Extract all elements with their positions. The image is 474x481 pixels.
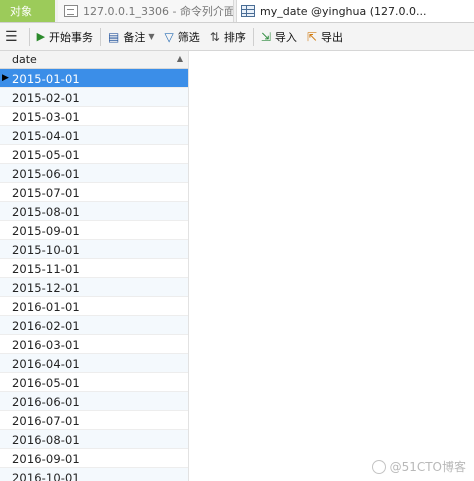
table-icon bbox=[241, 5, 255, 17]
date-cell[interactable]: 2016-10-01 bbox=[12, 471, 80, 481]
data-grid[interactable]: date ▲ ▶ 2015-01-01 2015-02-01 2015-03-01 20… bbox=[0, 51, 189, 481]
memo-label: 备注 bbox=[123, 30, 146, 44]
table-row[interactable]: 2016-06-01 bbox=[0, 392, 188, 411]
date-cell[interactable]: 2016-02-01 bbox=[12, 319, 80, 333]
sort-icon: ⇅ bbox=[209, 29, 220, 44]
import-icon: ⇲ bbox=[260, 29, 271, 44]
table-row[interactable]: 2015-02-01 bbox=[0, 88, 188, 107]
table-row[interactable]: 2015-03-01 bbox=[0, 107, 188, 126]
import-label: 导入 bbox=[274, 30, 297, 44]
chevron-down-icon: ▼ bbox=[148, 32, 155, 41]
menu-icon: ☰ bbox=[5, 28, 18, 45]
watermark-text: @51CTO博客 bbox=[389, 460, 466, 474]
date-cell[interactable]: 2016-01-01 bbox=[12, 300, 80, 314]
tab-objects-label: 对象 bbox=[10, 5, 32, 18]
date-cell[interactable]: 2015-10-01 bbox=[12, 243, 80, 257]
current-row-marker-icon: ▶ bbox=[2, 73, 9, 83]
grid-header: date ▲ bbox=[0, 51, 188, 69]
toolbar-divider bbox=[252, 27, 254, 46]
menu-button[interactable]: ☰ bbox=[0, 26, 27, 48]
table-row[interactable]: 2015-12-01 bbox=[0, 278, 188, 297]
tab-bar: 对象 127.0.0.1_3306 - 命令列介面 my_date @yingh… bbox=[0, 0, 474, 23]
table-row[interactable]: 2016-02-01 bbox=[0, 316, 188, 335]
table-row[interactable]: 2016-01-01 bbox=[0, 297, 188, 316]
table-row[interactable]: 2015-05-01 bbox=[0, 145, 188, 164]
toolbar-divider bbox=[100, 27, 102, 46]
date-cell[interactable]: 2015-06-01 bbox=[12, 167, 80, 181]
table-row[interactable]: 2016-07-01 bbox=[0, 411, 188, 430]
watermark-logo-icon bbox=[371, 459, 386, 474]
tab-command-line[interactable]: 127.0.0.1_3306 - 命令列介面 bbox=[58, 0, 234, 22]
date-cell[interactable]: 2016-06-01 bbox=[12, 395, 80, 409]
date-cell[interactable]: 2016-04-01 bbox=[12, 357, 80, 371]
date-cell[interactable]: 2015-02-01 bbox=[12, 91, 80, 105]
table-row[interactable]: 2015-08-01 bbox=[0, 202, 188, 221]
table-row[interactable]: 2015-10-01 bbox=[0, 240, 188, 259]
filter-button[interactable]: ▽ 筛选 bbox=[160, 26, 205, 48]
tab-objects[interactable]: 对象 bbox=[0, 0, 55, 22]
export-button[interactable]: ⇱ 导出 bbox=[302, 26, 348, 48]
table-row[interactable]: ▶ 2015-01-01 bbox=[0, 69, 188, 88]
table-row[interactable]: 2015-09-01 bbox=[0, 221, 188, 240]
filter-label: 筛选 bbox=[177, 30, 200, 44]
query-icon bbox=[64, 5, 78, 17]
date-cell[interactable]: 2016-05-01 bbox=[12, 376, 80, 390]
table-row[interactable]: 2016-09-01 bbox=[0, 449, 188, 468]
table-row[interactable]: 2015-06-01 bbox=[0, 164, 188, 183]
table-row[interactable]: 2016-08-01 bbox=[0, 430, 188, 449]
toolbar: ☰ ▶ 开始事务 ▤ 备注 ▼ ▽ 筛选 ⇅ 排序 ⇲ 导入 ⇱ 导出 bbox=[0, 23, 474, 51]
table-row[interactable]: 2016-03-01 bbox=[0, 335, 188, 354]
sort-button[interactable]: ⇅ 排序 bbox=[205, 26, 251, 48]
table-row[interactable]: 2016-10-01 bbox=[0, 468, 188, 481]
date-cell[interactable]: 2015-07-01 bbox=[12, 186, 80, 200]
begin-transaction-button[interactable]: ▶ 开始事务 bbox=[32, 26, 98, 48]
export-label: 导出 bbox=[320, 30, 343, 44]
begin-transaction-label: 开始事务 bbox=[49, 30, 94, 44]
date-cell[interactable]: 2016-09-01 bbox=[12, 452, 80, 466]
table-row[interactable]: 2016-04-01 bbox=[0, 354, 188, 373]
sort-label: 排序 bbox=[223, 30, 246, 44]
import-button[interactable]: ⇲ 导入 bbox=[256, 26, 302, 48]
table-row[interactable]: 2016-05-01 bbox=[0, 373, 188, 392]
play-icon: ▶ bbox=[36, 30, 46, 43]
date-cell[interactable]: 2015-09-01 bbox=[12, 224, 80, 238]
date-cell[interactable]: 2015-05-01 bbox=[12, 148, 80, 162]
date-cell[interactable]: 2015-11-01 bbox=[12, 262, 80, 276]
sort-ascending-icon[interactable]: ▲ bbox=[177, 54, 183, 63]
column-header-date[interactable]: date bbox=[12, 53, 37, 66]
memo-button[interactable]: ▤ 备注 ▼ bbox=[103, 26, 160, 48]
toolbar-divider bbox=[28, 27, 30, 46]
export-icon: ⇱ bbox=[306, 29, 317, 44]
date-cell[interactable]: 2016-07-01 bbox=[12, 414, 80, 428]
date-cell[interactable]: 2015-12-01 bbox=[12, 281, 80, 295]
filter-icon: ▽ bbox=[164, 29, 174, 44]
date-cell[interactable]: 2015-04-01 bbox=[12, 129, 80, 143]
watermark: @51CTO博客 bbox=[371, 458, 466, 475]
table-row[interactable]: 2015-11-01 bbox=[0, 259, 188, 278]
tab-command-line-label: 127.0.0.1_3306 - 命令列介面 bbox=[83, 5, 234, 18]
table-row[interactable]: 2015-04-01 bbox=[0, 126, 188, 145]
tab-table-my-date[interactable]: my_date @yinghua (127.0.0... bbox=[236, 0, 474, 22]
table-row[interactable]: 2015-07-01 bbox=[0, 183, 188, 202]
date-cell[interactable]: 2016-03-01 bbox=[12, 338, 80, 352]
grid-rows: ▶ 2015-01-01 2015-02-01 2015-03-01 2015-04-0… bbox=[0, 69, 188, 481]
date-cell[interactable]: 2015-08-01 bbox=[12, 205, 80, 219]
memo-icon: ▤ bbox=[108, 29, 120, 44]
date-cell[interactable]: 2016-08-01 bbox=[12, 433, 80, 447]
date-cell[interactable]: 2015-01-01 bbox=[12, 72, 80, 86]
tab-table-label: my_date @yinghua (127.0.0... bbox=[260, 4, 427, 18]
date-cell[interactable]: 2015-03-01 bbox=[12, 110, 80, 124]
